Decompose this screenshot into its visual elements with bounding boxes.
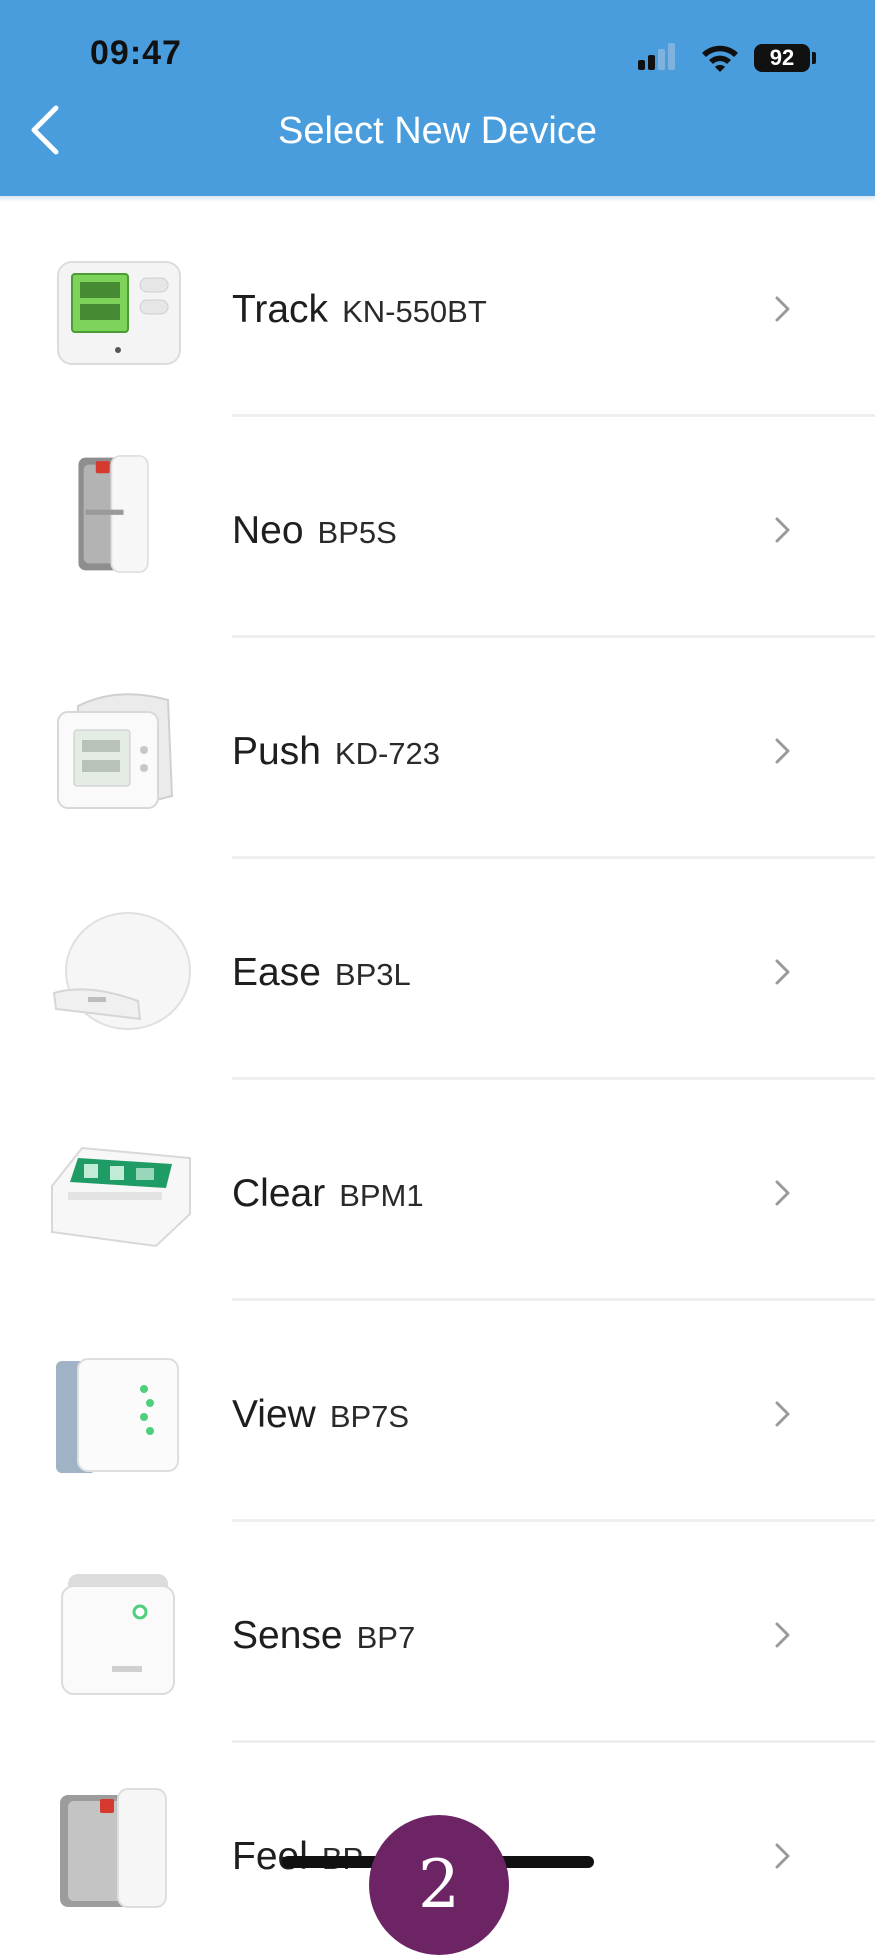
wifi-icon (702, 45, 738, 72)
device-model: KD-723 (334, 736, 441, 771)
device-model: BP7S (329, 1399, 410, 1434)
device-label: Clear BPM1 (232, 1172, 424, 1216)
nav-header: 09:47 92 Select New Device (0, 0, 875, 196)
list-item-ease[interactable]: Ease BP3L (0, 863, 875, 1084)
device-name: Clear (232, 1172, 326, 1215)
device-model: BPM1 (339, 1178, 424, 1213)
track-monitor-image (57, 261, 181, 365)
chevron-right-icon (775, 1180, 790, 1206)
page-title: Select New Device (278, 110, 597, 152)
battery-cap (812, 52, 816, 64)
status-icons: 92 (638, 40, 818, 76)
chevron-right-icon (775, 959, 790, 985)
list-item-view[interactable]: View BP7S (0, 1305, 875, 1526)
device-label: Sense BP7 (232, 1614, 415, 1658)
ease-dock-image (52, 912, 191, 1030)
chevron-right-icon (775, 1622, 790, 1648)
divider (232, 635, 875, 638)
neo-cuff-image (78, 455, 149, 573)
view-wrist-monitor-image (56, 1358, 179, 1473)
device-label: Push KD-723 (232, 730, 440, 774)
device-label: Ease BP3L (232, 951, 411, 995)
list-item-sense[interactable]: Sense BP7 (0, 1526, 875, 1747)
status-time: 09:47 (90, 34, 182, 72)
device-name: Push (232, 730, 321, 773)
divider (232, 1740, 875, 1743)
chevron-right-icon (775, 738, 790, 764)
device-name: View (232, 1393, 316, 1436)
push-wrist-monitor-image (57, 693, 174, 809)
device-model: BP5S (317, 515, 397, 550)
list-item-neo[interactable]: Neo BP5S (0, 421, 875, 642)
list-item-push[interactable]: Push KD-723 (0, 642, 875, 863)
device-name: Neo (232, 509, 304, 552)
device-name: Sense (232, 1614, 343, 1657)
device-name: Track (232, 288, 329, 331)
sense-wrist-monitor-image (61, 1574, 175, 1695)
list-item-clear[interactable]: Clear BPM1 (0, 1084, 875, 1305)
divider (232, 1077, 875, 1080)
device-label: View BP7S (232, 1393, 409, 1437)
device-label: Track KN-550BT (232, 288, 487, 332)
divider (232, 1519, 875, 1522)
divider (232, 856, 875, 859)
divider (232, 414, 875, 417)
device-model: BP7 (356, 1620, 416, 1655)
battery-icon: 92 (754, 44, 810, 72)
list-item-track[interactable]: Track KN-550BT (0, 200, 875, 421)
chevron-right-icon (775, 1843, 790, 1869)
chevron-right-icon (775, 517, 790, 543)
device-label: Neo BP5S (232, 509, 397, 553)
cellular-signal-icon (638, 40, 680, 74)
chevron-right-icon (775, 1401, 790, 1427)
page-number-badge: 2 (369, 1815, 509, 1955)
device-model: KN-550BT (342, 294, 487, 329)
device-model: BP3L (334, 957, 411, 992)
chevron-right-icon (775, 296, 790, 322)
clear-monitor-image (51, 1146, 191, 1248)
device-name: Ease (232, 951, 321, 994)
divider (232, 1298, 875, 1301)
feel-cuff-image (60, 1788, 167, 1908)
